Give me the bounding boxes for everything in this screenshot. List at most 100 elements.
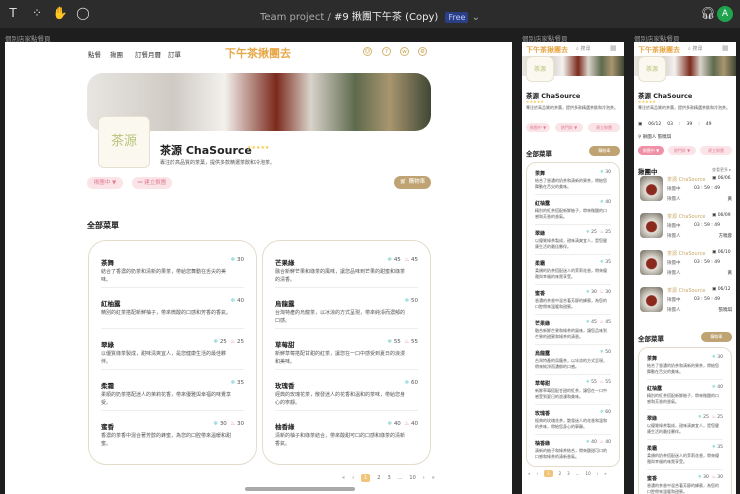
nav-calendar[interactable]: 訂餐月曆 <box>135 49 161 59</box>
group-card[interactable]: 茶源 ChaSource ▣ 06/10 揪團中 03 : 59 : 49 揪團人 黃 <box>640 250 732 280</box>
file-name[interactable]: #9 揪團下午茶 (Copy) <box>334 12 438 23</box>
menu-item[interactable]: 草莓甜 ❄ 55 ♨ 55 新鮮草莓搭配甘甜的紅茶，讓您在一口中感受到夏日的浪漫和美… <box>535 375 611 405</box>
hot-price: 25 <box>237 339 244 345</box>
hot-filter-button[interactable]: 熱門款 ▼ <box>555 123 583 132</box>
menu-item[interactable]: 紅柚露 ❄ 40 精別的紅茶搭配新鮮柚子，帶來微酸的口感和芳香的香氣。 <box>647 380 723 410</box>
item-desc: 以優質綠茶製成，甜味清爽宜人，是您健康生活的最佳夥伴。 <box>535 238 607 249</box>
menu-item[interactable]: 茶舞 ❄ 30 結合了香濃的奶茶和清新的果茶，帶給您舞動在舌尖的美味。 <box>101 247 244 288</box>
menu-item[interactable]: 蜜香 ❄ 30 ♨ 30 香濃的茶香中混合著芳醇的蜂蜜，為您的口腔帶來溫暖和甜蜜。 <box>535 285 611 315</box>
menu-item[interactable]: 翠綠 ❄ 25 ♨ 25 以優質綠茶製成，甜味清爽宜人，是您健康生活的最佳夥伴。 <box>535 225 611 255</box>
project-link[interactable]: Team project <box>260 12 324 23</box>
grid-menu-icon[interactable]: ▦ <box>722 44 729 52</box>
page-link[interactable]: « <box>342 475 345 481</box>
menu-item[interactable]: 烏龍露 ❄ 50 台灣特產的烏龍茶，以冰涼的方式呈現，帶來純淨而濃郁的口感。 <box>275 288 418 329</box>
leader-name: 張曉琪 <box>718 308 733 313</box>
group-card[interactable]: 茶源 ChaSource ▣ 06/06 揪團中 03 : 59 : 49 揪團人 黃 <box>640 176 732 206</box>
group-card[interactable]: 茶源 ChaSource ▣ 06/09 揪團中 03 : 59 : 49 揪團人 方曉蓉 <box>640 213 732 243</box>
hot-icon: ♨ <box>711 415 716 420</box>
menu-item[interactable]: 蜜香 ❄ 30 ♨ 30 香濃的茶香中混合著芳醇的蜂蜜，為您的口腔帶來溫暖和甜蜜。 <box>647 470 723 494</box>
menu-item[interactable]: 芒果綠 ❄ 45 ♨ 45 融合新鮮芒果和綠茶的風味，讓您品味到芒果的甜蜜和綠茶的清… <box>535 315 611 345</box>
page-link[interactable]: ... <box>398 475 403 481</box>
page-link[interactable]: » <box>432 475 435 481</box>
page-link[interactable]: 10 <box>586 471 591 476</box>
user-icon[interactable]: ☺ <box>363 47 372 56</box>
page-link[interactable]: 10 <box>409 475 415 481</box>
site-logo[interactable]: 下午茶揪團去 <box>638 45 680 55</box>
menu-item[interactable]: 柔霜 ❄ 35 柔順的奶茶搭配迷人的茉莉花香，帶來優雅與幸福的味覺享受。 <box>535 255 611 285</box>
group-filter-button[interactable]: 揪團中 ▼ <box>87 177 123 189</box>
nav-orders[interactable]: 訂單 <box>168 49 181 59</box>
hot-filter-button[interactable]: 熱門款 ▼ <box>668 146 696 155</box>
item-prices: ❄ 50 <box>405 298 418 304</box>
create-group-button[interactable]: 建立揪團 <box>700 146 732 155</box>
horizontal-scrollbar[interactable] <box>245 487 355 491</box>
page-link[interactable]: » <box>604 471 606 476</box>
item-desc: 香濃的茶香中混合著芳醇的蜂蜜，為您的口腔帶來溫暖和甜蜜。 <box>535 298 607 309</box>
site-logo[interactable]: 下午茶揪團去 <box>225 45 291 61</box>
group-leader: ⚲ 揪團人 張曉琪 <box>638 134 671 140</box>
group-card[interactable]: 茶源 ChaSource ▣ 06/12 揪團中 03 : 59 : 49 揪團人 張曉琪 <box>640 287 732 317</box>
page-link[interactable]: › <box>597 471 599 476</box>
cart-button[interactable]: 購物車 <box>701 332 732 342</box>
page-link[interactable]: › <box>423 475 425 481</box>
menu-item[interactable]: 烏龍露 ❄ 50 台灣特產的烏龍茶，以冰涼的方式呈現，帶來純淨而濃郁的口感。 <box>535 345 611 375</box>
leader-label: 揪團人 <box>667 197 681 202</box>
menu-item[interactable]: 茶舞 ❄ 30 結合了香濃的奶茶和清新的果茶，帶給您舞動在舌尖的美味。 <box>647 350 723 380</box>
site-logo[interactable]: 下午茶揪團去 <box>526 45 568 55</box>
hot-icon: ♨ <box>404 257 410 263</box>
help-icon[interactable]: ? <box>382 47 391 56</box>
cold-price: 50 <box>411 298 418 304</box>
grid-menu-icon[interactable]: ▦ <box>610 44 617 52</box>
store-thumbnail <box>640 176 663 201</box>
see-more-link[interactable]: 查看更多 ▸ <box>712 167 731 173</box>
cart-button[interactable]: 購物車 <box>589 146 620 156</box>
item-name: 柔霜 <box>647 446 658 452</box>
cart-button[interactable]: 🛒︎ 購物車 <box>394 176 431 189</box>
nav-order[interactable]: 點餐 <box>88 49 101 59</box>
settings-icon[interactable]: ⚙ <box>418 47 427 56</box>
page-link[interactable]: 2 <box>559 471 562 476</box>
cold-icon: ❄ <box>213 421 219 427</box>
page-link[interactable]: 1 <box>544 470 553 477</box>
menu-item[interactable]: 翠綠 ❄ 25 ♨ 25 以優質綠茶製成，甜味清爽宜人，是您健康生活的最佳夥伴。 <box>647 410 723 440</box>
menu-item[interactable]: 柔霜 ❄ 35 柔順的奶茶搭配迷人的茉莉花香，帶來優雅與幸福的味覺享受。 <box>647 440 723 470</box>
page-link[interactable]: ‹ <box>352 475 354 481</box>
menu-item[interactable]: 柚香綠 ❄ 40 ♨ 40 清新的柚子和綠茶結合，帶來酸甜可口的口感和綠茶的清新香氣… <box>535 435 611 465</box>
create-group-button[interactable]: 建立揪團 <box>588 123 620 132</box>
page-link[interactable]: 2 <box>377 475 380 481</box>
menu-item[interactable]: 芒果綠 ❄ 45 ♨ 45 融合新鮮芒果和綠茶的風味，讓您品味到芒果的甜蜜和綠茶的清… <box>275 247 418 288</box>
page-link[interactable]: ‹ <box>536 471 538 476</box>
page-link[interactable]: ... <box>576 471 580 476</box>
item-prices: ❄ 30 ♨ 30 <box>698 475 723 480</box>
menu-item[interactable]: 柔霜 ❄ 35 柔順的奶茶搭配迷人的茉莉花香，帶來優雅與幸福的味覺享受。 <box>101 370 244 411</box>
page-link[interactable]: 3 <box>387 475 390 481</box>
menu-item[interactable]: 柚香綠 ❄ 40 ♨ 40 清新的柚子和綠茶結合，帶來酸甜可口的口感和綠茶的清新香氣… <box>275 411 418 452</box>
page-link[interactable]: 1 <box>361 474 371 482</box>
page-link[interactable]: « <box>528 471 530 476</box>
nav-group[interactable]: 揪團 <box>110 49 123 59</box>
menu-item[interactable]: 玫瑰香 ❄ 60 經典的玫瑰花茶，散發迷人的花香和溫和的茶味，帶給您身心的寧靜。 <box>275 370 418 411</box>
menu-item[interactable]: 蜜香 ❄ 30 ♨ 30 香濃的茶香中混合著芳醇的蜂蜜，為您的口腔帶來溫暖和甜蜜。 <box>101 411 244 452</box>
group-filter-button[interactable]: 揪團中 ▼ <box>526 123 550 132</box>
menu-item[interactable]: 茶舞 ❄ 30 結合了香濃的奶茶和清新的果茶，帶給您舞動在舌尖的美味。 <box>535 165 611 195</box>
group-filter-button[interactable]: 揪團中 ▼ <box>638 146 664 155</box>
menu-item[interactable]: 玫瑰香 ❄ 60 經典的玫瑰花茶，散發迷人的花香和溫和的茶味，帶給您身心的寧靜。 <box>535 405 611 435</box>
page-link[interactable]: 3 <box>567 471 570 476</box>
search-input[interactable]: ⌕ 搜尋 <box>688 45 702 52</box>
search-input[interactable]: ⌕ 搜尋 <box>576 45 590 52</box>
avatar[interactable]: A <box>717 6 733 22</box>
create-group-button[interactable]: ⚯ 建立揪團 <box>132 177 172 189</box>
leader-label: 揪團人 <box>667 271 681 276</box>
chevron-down-icon[interactable]: ⌄ <box>472 12 480 23</box>
headphones-icon[interactable]: 🎧︎ <box>700 6 716 22</box>
menu-item[interactable]: 翠綠 ❄ 25 ♨ 25 以優質綠茶製成，甜味清爽宜人，是您健康生活的最佳夥伴。 <box>101 329 244 370</box>
create-group-label: 建立揪團 <box>144 180 167 186</box>
wallet-icon[interactable]: w <box>400 47 409 56</box>
menu-card-right: 芒果綠 ❄ 45 ♨ 45 融合新鮮芒果和綠茶的風味，讓您品味到芒果的甜蜜和綠茶的清… <box>262 240 431 465</box>
pagination: « ‹ 1 2 3... 10 › » <box>342 474 435 482</box>
item-prices: ❄ 30 ♨ 30 <box>213 421 244 427</box>
menu-item[interactable]: 草莓甜 ❄ 55 ♨ 55 新鮮草莓搭配甘甜的紅茶，讓您在一口中感受到夏日的浪漫和美… <box>275 329 418 370</box>
cold-price: 55 <box>393 339 401 345</box>
menu-item[interactable]: 紅柚露 ❄ 40 精別的紅茶搭配新鮮柚子，帶來微酸的口感和芳香的香氣。 <box>101 288 244 329</box>
menu-item[interactable]: 紅柚露 ❄ 40 精別的紅茶搭配新鮮柚子，帶來微酸的口感和芳香的香氣。 <box>535 195 611 225</box>
